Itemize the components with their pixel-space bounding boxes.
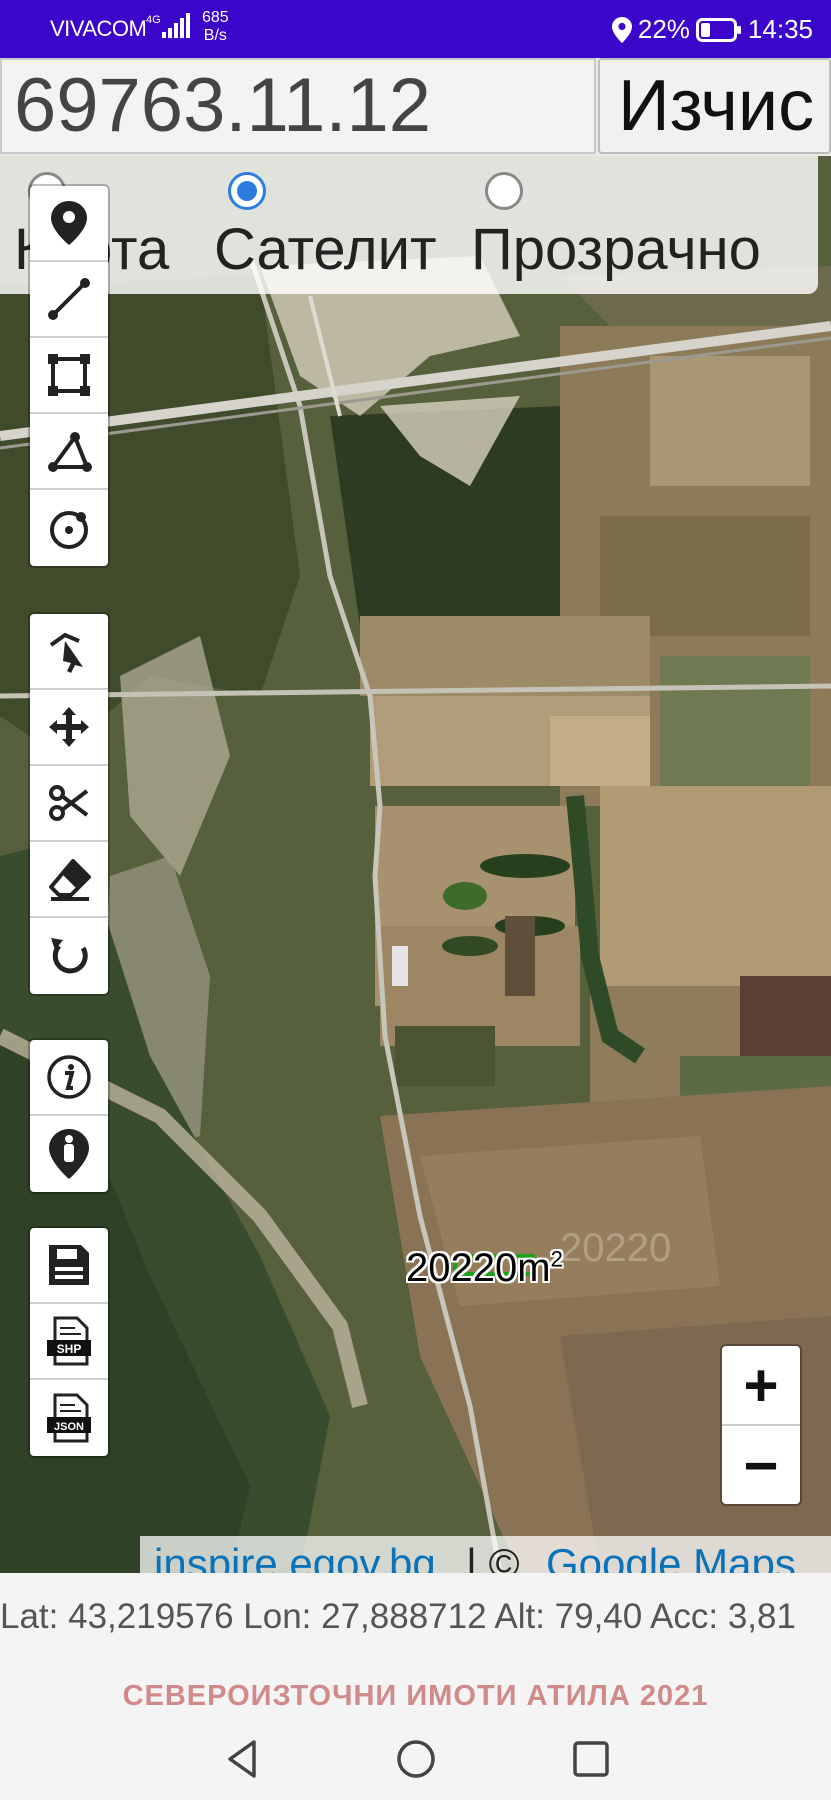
status-bar: VIVACOM 4G 685 B/s 22% 14:35 xyxy=(0,0,831,58)
line-icon xyxy=(48,278,90,320)
marker-tool-button[interactable] xyxy=(30,186,108,262)
google-maps-link[interactable]: Google Maps xyxy=(546,1536,796,1573)
system-nav-bar xyxy=(0,1718,831,1800)
cut-icon xyxy=(49,785,89,821)
undo-icon xyxy=(51,938,88,974)
json-icon: JSON xyxy=(47,1393,91,1443)
network-speed: 685 B/s xyxy=(202,9,229,44)
recents-icon[interactable] xyxy=(566,1734,616,1784)
marker-icon xyxy=(51,201,87,245)
battery-percent: 22% xyxy=(637,14,690,44)
json-icon-label: JSON xyxy=(54,1421,84,1433)
export-shp-button[interactable]: SHP xyxy=(30,1304,108,1380)
move-icon xyxy=(49,707,89,747)
select-icon xyxy=(49,632,83,673)
info-toolbar xyxy=(30,1040,108,1192)
carrier-name: VIVACOM xyxy=(50,16,147,41)
polygon-icon xyxy=(48,432,92,472)
clock: 14:35 xyxy=(747,14,813,44)
zoom-in-button[interactable]: + xyxy=(722,1346,800,1424)
home-icon[interactable] xyxy=(391,1734,441,1784)
radio-satellite-label[interactable]: Сателит xyxy=(214,216,437,283)
map-type-selector: Карта Сателит Прозрачно xyxy=(0,156,818,294)
parcel-id-input[interactable]: 69763.11.12 xyxy=(0,58,596,154)
zoom-out-button[interactable]: − xyxy=(722,1424,800,1504)
draw-toolbar xyxy=(30,186,108,566)
map-attribution: inspire.egov.bg | © Google Maps xyxy=(140,1536,831,1573)
battery-icon xyxy=(695,17,741,42)
rectangle-tool-button[interactable] xyxy=(30,338,108,414)
line-tool-button[interactable] xyxy=(30,262,108,338)
edit-toolbar xyxy=(30,614,108,994)
attribution-separator: | © xyxy=(466,1540,520,1573)
export-toolbar: SHP JSON xyxy=(30,1228,108,1456)
gps-readout: Lat: 43,219576 Lon: 27,888712 Alt: 79,40… xyxy=(0,1597,796,1636)
info-button[interactable] xyxy=(30,1040,108,1116)
radio-transparent[interactable] xyxy=(485,172,523,210)
search-row: 69763.11.12 Изчис xyxy=(0,58,831,156)
person-location-icon xyxy=(49,1129,89,1179)
info-icon xyxy=(47,1055,91,1099)
svg-text:4G: 4G xyxy=(146,14,161,26)
back-icon[interactable] xyxy=(218,1734,268,1784)
move-tool-button[interactable] xyxy=(30,690,108,766)
eraser-tool-button[interactable] xyxy=(30,842,108,918)
save-icon xyxy=(49,1245,89,1285)
map-view[interactable]: Карта Сателит Прозрачно xyxy=(0,156,831,1573)
my-location-button[interactable] xyxy=(30,1116,108,1192)
save-button[interactable] xyxy=(30,1228,108,1304)
ghost-area-label: 20220 xyxy=(560,1226,672,1270)
signal-icon: 4G xyxy=(146,13,190,38)
location-icon xyxy=(611,16,632,43)
circle-tool-button[interactable] xyxy=(30,490,108,566)
shp-icon: SHP xyxy=(47,1316,91,1366)
select-tool-button[interactable] xyxy=(30,614,108,690)
undo-tool-button[interactable] xyxy=(30,918,108,994)
polygon-tool-button[interactable] xyxy=(30,414,108,490)
inspire-link[interactable]: inspire.egov.bg xyxy=(154,1536,436,1573)
eraser-icon xyxy=(49,859,91,901)
circle-icon xyxy=(50,511,88,549)
zoom-control: + − xyxy=(722,1346,800,1504)
export-json-button[interactable]: JSON xyxy=(30,1380,108,1456)
satellite-imagery xyxy=(0,156,831,1573)
calculate-button[interactable]: Изчис xyxy=(598,58,831,154)
radio-satellite[interactable] xyxy=(228,172,266,210)
shp-icon-label: SHP xyxy=(57,1342,82,1356)
cut-tool-button[interactable] xyxy=(30,766,108,842)
radio-transparent-label[interactable]: Прозрачно xyxy=(471,216,761,283)
parcel-area-label: 20220m2 xyxy=(406,1246,563,1290)
rectangle-icon xyxy=(48,354,90,396)
footer-title: СЕВЕРОИЗТОЧНИ ИМОТИ АТИЛА 2021 xyxy=(122,1680,709,1712)
